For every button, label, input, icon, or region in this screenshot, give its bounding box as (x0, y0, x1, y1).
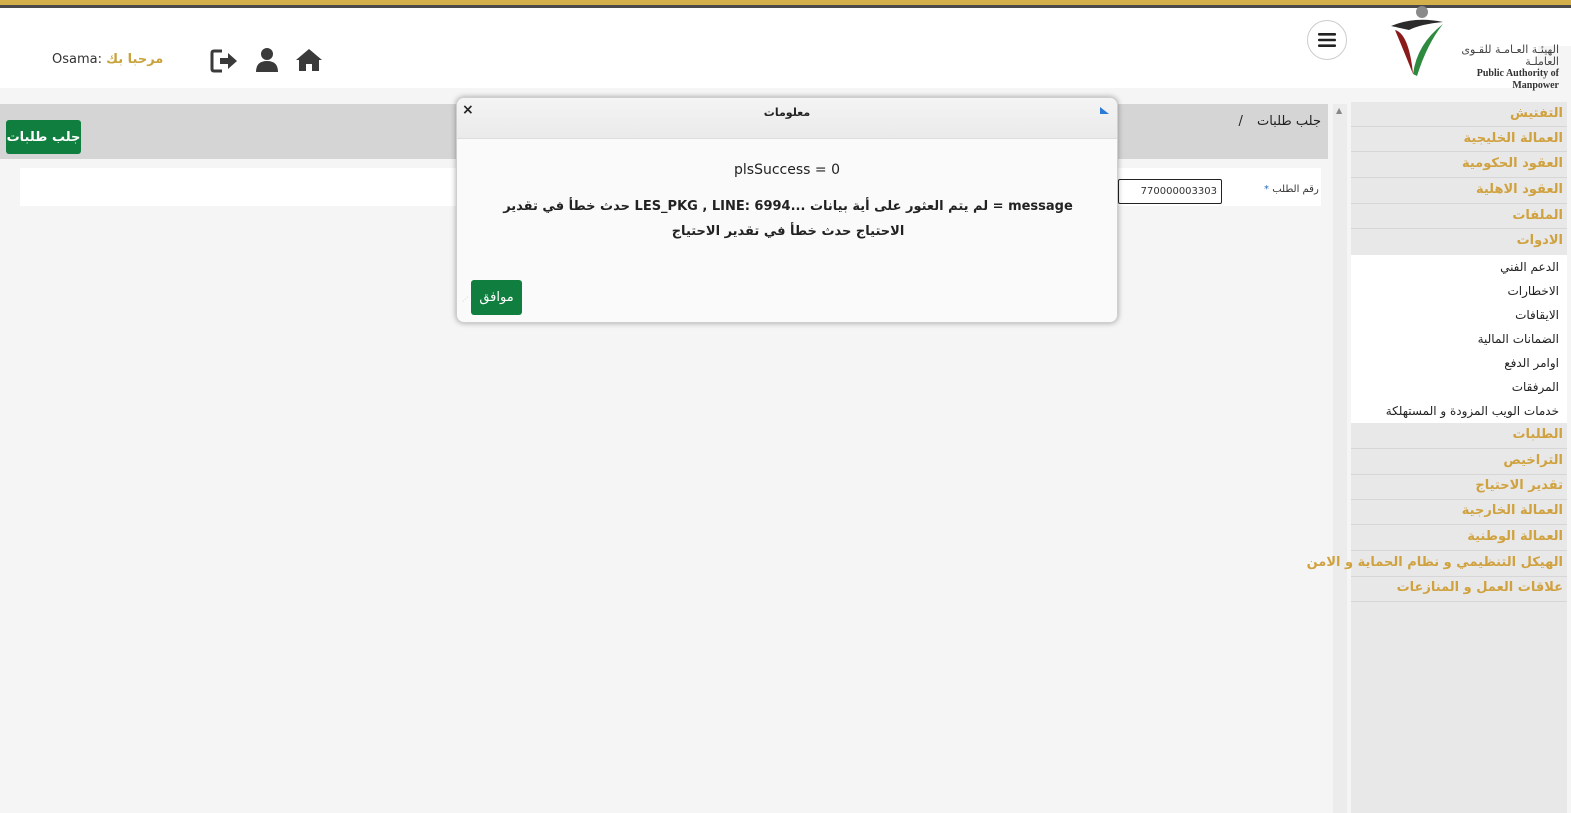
sidebar-divider (1351, 126, 1567, 127)
sidebar-item-org-structure[interactable]: الهيكل التنظيمي و نظام الحماية و الامن (1307, 555, 1563, 570)
dialog-close-icon[interactable]: × (462, 102, 474, 118)
sidebar-item-government-contracts[interactable]: العقود الحكومية (1462, 156, 1563, 171)
logo-english-text: Public Authority of Manpower (1476, 68, 1559, 91)
sidebar-divider (1351, 576, 1567, 577)
sidebar-subitem-web-services[interactable]: خدمات الويب المزودة و المستهلكة (1386, 404, 1559, 418)
dialog-error-message: message = لم يتم العثور على أية بيانات .… (503, 199, 1073, 239)
sidebar-item-needs-assessment[interactable]: تقدير الاحتياج (1475, 478, 1563, 493)
sidebar-item-foreign-labor[interactable]: العمالة الخارجية (1462, 503, 1563, 518)
authority-logo[interactable]: الهيئـة العـامـة للقـوى العاملـة Public … (1389, 4, 1559, 91)
sidebar-item-licenses[interactable]: التراخيص (1503, 453, 1563, 468)
sidebar-subitem-payment-orders[interactable]: اوامر الدفع (1504, 356, 1559, 370)
menu-icon (1318, 33, 1336, 47)
welcome-user-name: Osama: (52, 52, 102, 67)
request-number-input[interactable] (1118, 179, 1222, 204)
breadcrumb-separator: / (1238, 114, 1243, 129)
fetch-requests-button[interactable]: جلب طلبات (6, 120, 81, 154)
logout-icon[interactable] (210, 47, 240, 75)
sidebar-item-inspection[interactable]: التفتيش (1510, 106, 1563, 121)
home-icon[interactable] (294, 46, 324, 74)
top-accent-stripe (0, 0, 1571, 8)
sidebar-item-labor-relations[interactable]: علاقات العمل و المنازعات (1397, 580, 1563, 595)
user-icon[interactable] (254, 46, 280, 74)
breadcrumb-current: جلب طلبات (1256, 114, 1321, 129)
sidebar-item-private-contracts[interactable]: العقود الاهلية (1476, 182, 1563, 197)
sidebar-subitem-tech-support[interactable]: الدعم الفني (1500, 260, 1559, 274)
breadcrumb: جلب طلبات / (1238, 114, 1321, 129)
welcome-message: Osama: مرحبا بك (52, 52, 163, 67)
dialog-resize-icon (1100, 107, 1109, 114)
dialog-ok-button[interactable]: موافق (471, 280, 522, 315)
request-number-label-text: رقم الطلب (1272, 184, 1319, 195)
sidebar-divider (1351, 524, 1567, 525)
sidebar-divider (1351, 550, 1567, 551)
sidebar-divider (1351, 499, 1567, 500)
info-dialog: معلومات × plsSuccess = 0 message = لم يت… (456, 97, 1118, 323)
menu-toggle-button[interactable] (1307, 20, 1347, 60)
sidebar-item-tools[interactable]: الادوات (1517, 233, 1563, 248)
sidebar-item-files[interactable]: الملفات (1512, 208, 1563, 223)
sidebar-divider (1351, 151, 1567, 152)
sidebar-divider (1351, 228, 1567, 229)
dialog-resize-grip-icon: ⋰ (462, 296, 468, 303)
scroll-up-icon[interactable]: ▲ (1336, 106, 1342, 115)
tools-submenu: الدعم الفني الاخطارات الايقافات الضمانات… (1351, 255, 1567, 423)
logo-arabic-text: الهيئـة العـامـة للقـوى العاملـة (1461, 43, 1559, 68)
request-number-label: رقم الطلب * (1264, 184, 1319, 195)
sidebar-item-national-labor[interactable]: العمالة الوطنية (1467, 529, 1563, 544)
sidebar-item-requests[interactable]: الطلبات (1512, 427, 1563, 442)
dialog-status-line: plsSuccess = 0 (734, 162, 840, 178)
sidebar-item-gulf-labor[interactable]: العمالة الخليجية (1464, 131, 1563, 146)
content-scrollbar[interactable] (1333, 104, 1347, 813)
sidebar-divider (1351, 203, 1567, 204)
sidebar-subitem-financial-guarantees[interactable]: الضمانات المالية (1478, 332, 1559, 346)
welcome-greeting: مرحبا بك (106, 52, 164, 67)
sidebar-subitem-attachments[interactable]: المرفقات (1512, 380, 1559, 394)
sidebar-divider (1351, 474, 1567, 475)
sidebar-subitem-notifications[interactable]: الاخطارات (1507, 284, 1559, 298)
required-mark: * (1264, 184, 1269, 195)
sidebar-divider (1351, 177, 1567, 178)
dialog-header[interactable]: معلومات × (457, 98, 1117, 139)
sidebar-divider (1351, 601, 1567, 602)
sidebar-nav: التفتيش العمالة الخليجية العقود الحكومية… (1307, 102, 1567, 813)
dialog-title: معلومات (763, 106, 811, 119)
sidebar-subitem-suspensions[interactable]: الايقافات (1515, 308, 1559, 322)
sidebar-divider (1351, 448, 1567, 449)
